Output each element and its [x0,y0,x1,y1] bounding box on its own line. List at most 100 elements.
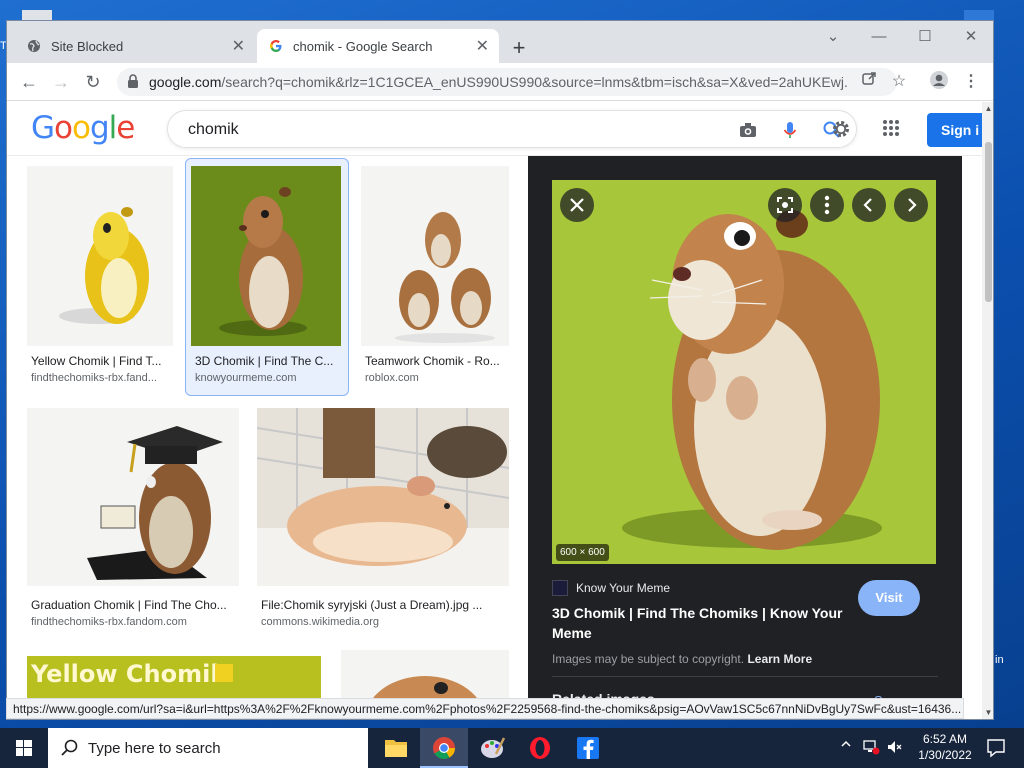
result-source: knowyourmeme.com [195,372,297,384]
preview-site-name[interactable]: Know Your Meme [576,581,670,595]
result-thumbnail-graduation-chomik [27,408,239,586]
new-tab-button[interactable]: + [507,35,531,61]
result-thumbnail-teamwork-chomik [361,166,509,346]
url-host: google.com [149,74,222,90]
windows-taskbar: Type here to search 6:52 AM 1/30/2022 [0,728,1024,768]
chrome-window: Site Blocked ✕ chomik - Google Search ✕ … [6,20,994,720]
result-thumbnail-3d-chomik [191,166,341,346]
page-scrollbar[interactable]: ▲ ▼ [982,102,993,719]
google-logo[interactable]: Google [31,110,135,146]
result-title: Yellow Chomik | Find T... [31,354,162,368]
image-result-selected[interactable]: 3D Chomik | Find The C... knowyourmeme.c… [191,166,341,392]
result-source: findthechomiks-rbx.fandom.com [31,616,187,628]
close-preview-button[interactable] [560,188,594,222]
scroll-down-arrow[interactable]: ▼ [982,708,993,717]
search-input[interactable]: chomik [167,110,857,148]
tab-label: Site Blocked [51,38,124,54]
browser-toolbar: ← → ↻ google.com/search?q=chomik&rlz=1C1… [7,63,993,101]
share-icon[interactable] [857,70,881,94]
show-hidden-icons-chevron[interactable] [840,738,852,753]
lock-icon [127,74,139,88]
system-tray [836,728,916,768]
clock[interactable]: 6:52 AM 1/30/2022 [912,728,978,768]
opera-icon[interactable] [516,728,564,768]
forward-button[interactable]: → [49,70,73,94]
copyright-notice: Images may be subject to copyright. Lear… [552,652,812,666]
profile-avatar-icon[interactable] [927,70,951,94]
google-g-icon [269,39,283,53]
logo-letter: G [31,110,55,146]
google-header: Google chomik Sign i [7,102,982,156]
maximize-button[interactable]: ☐ [905,25,945,49]
globe-icon [27,39,41,53]
logo-letter: e [116,110,135,146]
kebab-menu-icon[interactable]: ⋮ [959,70,983,94]
start-button[interactable] [0,728,48,768]
chevron-down-icon[interactable]: ⌄ [813,25,853,49]
notification-center-icon[interactable] [978,728,1014,768]
sign-in-button[interactable]: Sign i [927,113,982,147]
chevron-left-icon[interactable] [852,188,886,222]
facebook-icon[interactable] [564,728,612,768]
taskbar-search-box[interactable]: Type here to search [48,728,368,768]
site-favicon [552,580,568,596]
back-button[interactable]: ← [17,70,41,94]
image-result[interactable]: Yellow Chomik | Find T... findthechomiks… [27,166,173,392]
close-window-button[interactable]: ✕ [951,25,991,49]
chevron-right-icon[interactable] [894,188,928,222]
clock-date: 1/30/2022 [918,748,972,762]
tab-site-blocked[interactable]: Site Blocked ✕ [15,29,255,63]
logo-letter: o [54,110,73,146]
lens-search-icon[interactable] [768,188,802,222]
learn-more-link[interactable]: Learn More [747,652,812,666]
microphone-icon[interactable] [780,120,800,140]
result-source: commons.wikimedia.org [261,616,379,628]
copyright-text: Images may be subject to copyright. [552,652,745,666]
tab-chomik-search[interactable]: chomik - Google Search ✕ [257,29,499,63]
tab-strip: Site Blocked ✕ chomik - Google Search ✕ … [7,21,993,63]
url-path: /search?q=chomik&rlz=1C1GCEA_enUS990US99… [221,74,849,90]
minimize-button[interactable]: — [859,25,899,49]
paint-icon[interactable] [468,728,516,768]
reload-button[interactable]: ↻ [81,70,105,94]
taskbar-search-placeholder: Type here to search [88,740,221,757]
search-icon [60,738,80,763]
file-explorer-icon[interactable] [372,728,420,768]
tab-label: chomik - Google Search [293,38,433,54]
image-result[interactable]: File:Chomik syryjski (Just a Dream).jpg … [257,408,509,632]
result-source: findthechomiks-rbx.fand... [31,372,157,384]
camera-icon[interactable] [738,120,758,140]
scroll-up-arrow[interactable]: ▲ [982,104,993,113]
chrome-taskbar-icon[interactable] [420,728,468,768]
desktop-icon-label-fragment-right: in [995,654,1004,666]
result-title: Teamwork Chomik - Ro... [365,354,500,368]
page-content: Google chomik Sign i Yellow Chomik | Fin… [7,102,982,719]
divider [552,676,938,677]
image-result[interactable]: Graduation Chomik | Find The Cho... find… [27,408,239,632]
banner-text: Yellow Chomik [31,660,227,688]
result-thumbnail-yellow-chomik [27,166,173,346]
scrollbar-thumb[interactable] [985,142,992,302]
bookmark-star-icon[interactable]: ☆ [887,70,911,94]
close-tab-icon[interactable]: ✕ [232,36,245,56]
more-options-icon[interactable] [810,188,844,222]
close-tab-icon[interactable]: ✕ [476,36,489,56]
address-bar[interactable]: google.com/search?q=chomik&rlz=1C1GCEA_e… [117,68,897,96]
url-text: google.com/search?q=chomik&rlz=1C1GCEA_e… [149,74,849,90]
volume-muted-icon[interactable] [886,738,904,759]
image-results-grid: Yellow Chomik | Find T... findthechomiks… [7,156,527,719]
network-icon[interactable] [862,738,880,759]
link-status-bar: https://www.google.com/url?sa=i&url=http… [6,698,964,719]
image-dimensions-badge: 600 × 600 [556,544,609,561]
preview-title[interactable]: 3D Chomik | Find The Chomiks | Know Your… [552,603,852,643]
gear-icon[interactable] [831,119,851,139]
clock-time: 6:52 AM [922,732,968,746]
preview-image[interactable]: 600 × 600 [552,180,936,564]
result-title: Graduation Chomik | Find The Cho... [31,598,227,612]
image-result[interactable]: Teamwork Chomik - Ro... roblox.com [361,166,509,392]
search-query: chomik [188,121,239,138]
apps-grid-icon[interactable] [881,118,903,140]
banner-square [215,664,233,682]
result-title: 3D Chomik | Find The C... [195,354,334,368]
visit-button[interactable]: Visit [858,580,920,616]
